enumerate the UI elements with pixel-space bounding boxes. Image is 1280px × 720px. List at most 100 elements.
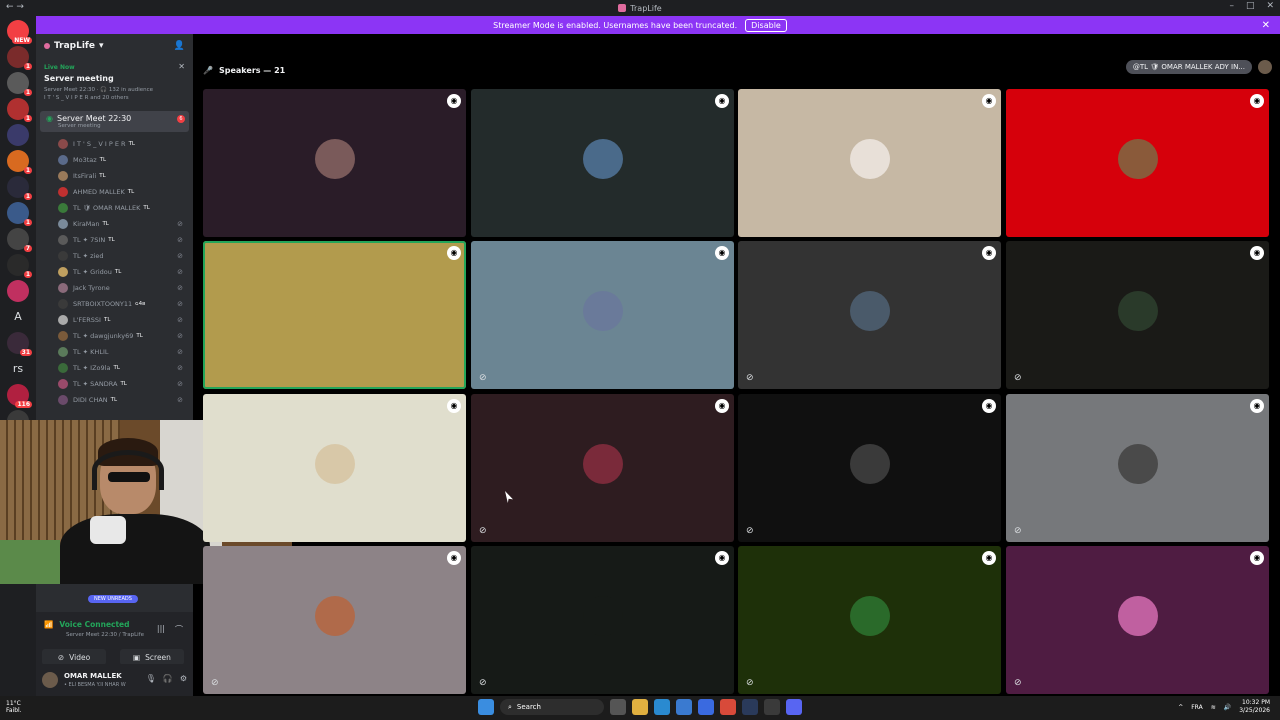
- watch-stream-icon[interactable]: ◉: [1250, 94, 1264, 108]
- watch-stream-icon[interactable]: ◉: [715, 94, 729, 108]
- voice-member[interactable]: I T ' S _ V I P E R TL: [36, 136, 193, 152]
- language-indicator[interactable]: FRA: [1191, 704, 1202, 711]
- watch-stream-icon[interactable]: ◉: [982, 551, 996, 565]
- server-icon[interactable]: 1: [7, 176, 32, 200]
- speaker-tile[interactable]: ◉ ⊘: [738, 546, 1001, 694]
- server-icon[interactable]: 1: [7, 202, 32, 226]
- server-icon[interactable]: 31: [7, 332, 32, 356]
- server-icon[interactable]: 1: [7, 150, 32, 174]
- close-window-icon[interactable]: ✕: [1266, 1, 1274, 11]
- voice-member[interactable]: TL ✦ zied ⊘: [36, 248, 193, 264]
- speaker-tile[interactable]: ◉ ⊘: [738, 394, 1001, 542]
- watch-stream-icon[interactable]: ◉: [982, 94, 996, 108]
- server-icon[interactable]: NEW: [7, 20, 32, 44]
- speaker-tile[interactable]: ◉: [1006, 89, 1269, 237]
- mail-icon[interactable]: [698, 699, 714, 715]
- watch-stream-icon[interactable]: ◉: [447, 94, 461, 108]
- server-icon[interactable]: 1: [7, 72, 32, 96]
- voice-member[interactable]: TL ✦ 7SIN TL ⊘: [36, 232, 193, 248]
- speaker-tile[interactable]: ◉: [203, 241, 466, 389]
- speaker-tile[interactable]: ◉ ⊘: [203, 546, 466, 694]
- guild-header[interactable]: TrapLife ▾ 👤: [36, 34, 193, 58]
- speaker-tile[interactable]: ◉ ⊘: [471, 546, 734, 694]
- close-icon[interactable]: ✕: [1262, 20, 1270, 31]
- chrome-icon[interactable]: [720, 699, 736, 715]
- server-icon[interactable]: 1: [7, 46, 32, 70]
- new-unreads-pill[interactable]: NEW UNREADS: [88, 595, 138, 603]
- speaker-tile[interactable]: ◉: [203, 89, 466, 237]
- close-icon[interactable]: ✕: [178, 62, 185, 71]
- speaker-tile[interactable]: ◉: [203, 394, 466, 542]
- weather-widget[interactable]: 11°C Faibl.: [6, 700, 22, 714]
- task-view-icon[interactable]: [610, 699, 626, 715]
- speaker-tile[interactable]: ◉ ⊘: [1006, 241, 1269, 389]
- speaking-user-chip[interactable]: @TL 🛡 OMAR MALLEK ADY IN...: [1125, 60, 1252, 74]
- add-member-icon[interactable]: 👤: [174, 41, 185, 51]
- video-button[interactable]: ⊘ Video: [42, 649, 106, 665]
- speaker-tile[interactable]: ◉ ⊘: [1006, 546, 1269, 694]
- server-icon[interactable]: rs: [7, 358, 29, 380]
- screen-share-button[interactable]: ▣ Screen: [120, 649, 184, 665]
- noise-suppression-icon[interactable]: |||: [157, 624, 165, 635]
- live-event-card[interactable]: Live Now Server meeting Server Meet 22:3…: [42, 62, 187, 103]
- voice-member[interactable]: AHMED MALLEK TL: [36, 184, 193, 200]
- speaker-tile[interactable]: ◉ ⊘: [1006, 394, 1269, 542]
- voice-member[interactable]: L'FERSSI TL ⊘: [36, 312, 193, 328]
- speaker-tile[interactable]: ◉: [471, 89, 734, 237]
- watch-stream-icon[interactable]: ◉: [1250, 246, 1264, 260]
- wifi-icon[interactable]: ≋: [1211, 704, 1216, 711]
- speaker-tile[interactable]: ◉: [738, 89, 1001, 237]
- watch-stream-icon[interactable]: ◉: [447, 551, 461, 565]
- watch-stream-icon[interactable]: ◉: [715, 399, 729, 413]
- edge-icon[interactable]: [654, 699, 670, 715]
- watch-stream-icon[interactable]: ◉: [982, 399, 996, 413]
- minimize-icon[interactable]: –: [1229, 1, 1234, 11]
- watch-stream-icon[interactable]: ◉: [982, 246, 996, 260]
- voice-member[interactable]: DIDI CHAN TL ⊘: [36, 392, 193, 408]
- voice-channel-server-meet[interactable]: ◉ Server Meet 22:30 Server meeting 6: [40, 111, 189, 132]
- store-icon[interactable]: [676, 699, 692, 715]
- server-icon[interactable]: [7, 124, 29, 146]
- back-arrow-icon[interactable]: ← →: [6, 2, 24, 12]
- server-icon[interactable]: 1: [7, 254, 32, 278]
- discord-icon[interactable]: [786, 699, 802, 715]
- microphone-icon[interactable]: 🎙: [146, 674, 156, 683]
- obs-icon[interactable]: [764, 699, 780, 715]
- clock[interactable]: 10:32 PM 3/25/2026: [1239, 699, 1270, 715]
- voice-member[interactable]: Mo3taz TL: [36, 152, 193, 168]
- avatar[interactable]: [1258, 60, 1272, 74]
- voice-member[interactable]: TL ✦ IZo9la TL ⊘: [36, 360, 193, 376]
- voice-member[interactable]: ItsFirali TL: [36, 168, 193, 184]
- search-box[interactable]: ⌕ Search: [500, 699, 604, 715]
- watch-stream-icon[interactable]: ◉: [715, 551, 729, 565]
- watch-stream-icon[interactable]: ◉: [447, 399, 461, 413]
- speaker-tile[interactable]: ◉ ⊘: [471, 241, 734, 389]
- server-icon[interactable]: 116: [7, 384, 32, 408]
- voice-member[interactable]: SRTBOIXTOONY11 ɢ4ʙ ⊘: [36, 296, 193, 312]
- voice-member[interactable]: TL ✦ dawgjunky69 TL ⊘: [36, 328, 193, 344]
- watch-stream-icon[interactable]: ◉: [715, 246, 729, 260]
- gear-icon[interactable]: ⚙: [180, 674, 187, 683]
- server-icon[interactable]: 1: [7, 98, 32, 122]
- start-icon[interactable]: [478, 699, 494, 715]
- speaker-tile[interactable]: ◉ ⊘: [738, 241, 1001, 389]
- avatar[interactable]: [42, 672, 58, 688]
- watch-stream-icon[interactable]: ◉: [447, 246, 461, 260]
- disable-button[interactable]: Disable: [745, 18, 787, 32]
- volume-icon[interactable]: 🔊: [1224, 704, 1231, 711]
- chevron-up-icon[interactable]: ^: [1178, 704, 1183, 711]
- steam-icon[interactable]: [742, 699, 758, 715]
- maximize-icon[interactable]: □: [1246, 1, 1255, 11]
- speaker-tile[interactable]: ◉ ⊘: [471, 394, 734, 542]
- server-icon[interactable]: A: [7, 306, 29, 328]
- voice-member[interactable]: TL ✦ Gridou TL ⊘: [36, 264, 193, 280]
- voice-member[interactable]: KiraMan TL ⊘: [36, 216, 193, 232]
- voice-member[interactable]: Jack Tyrone ⊘: [36, 280, 193, 296]
- voice-member[interactable]: TL ✦ KHLIL ⊘: [36, 344, 193, 360]
- file-explorer-icon[interactable]: [632, 699, 648, 715]
- voice-member[interactable]: TL ✦ SANDRA TL ⊘: [36, 376, 193, 392]
- voice-member[interactable]: TL 🛡 OMAR MALLEK TL: [36, 200, 193, 216]
- watch-stream-icon[interactable]: ◉: [1250, 399, 1264, 413]
- disconnect-icon[interactable]: ⌒: [175, 624, 183, 635]
- watch-stream-icon[interactable]: ◉: [1250, 551, 1264, 565]
